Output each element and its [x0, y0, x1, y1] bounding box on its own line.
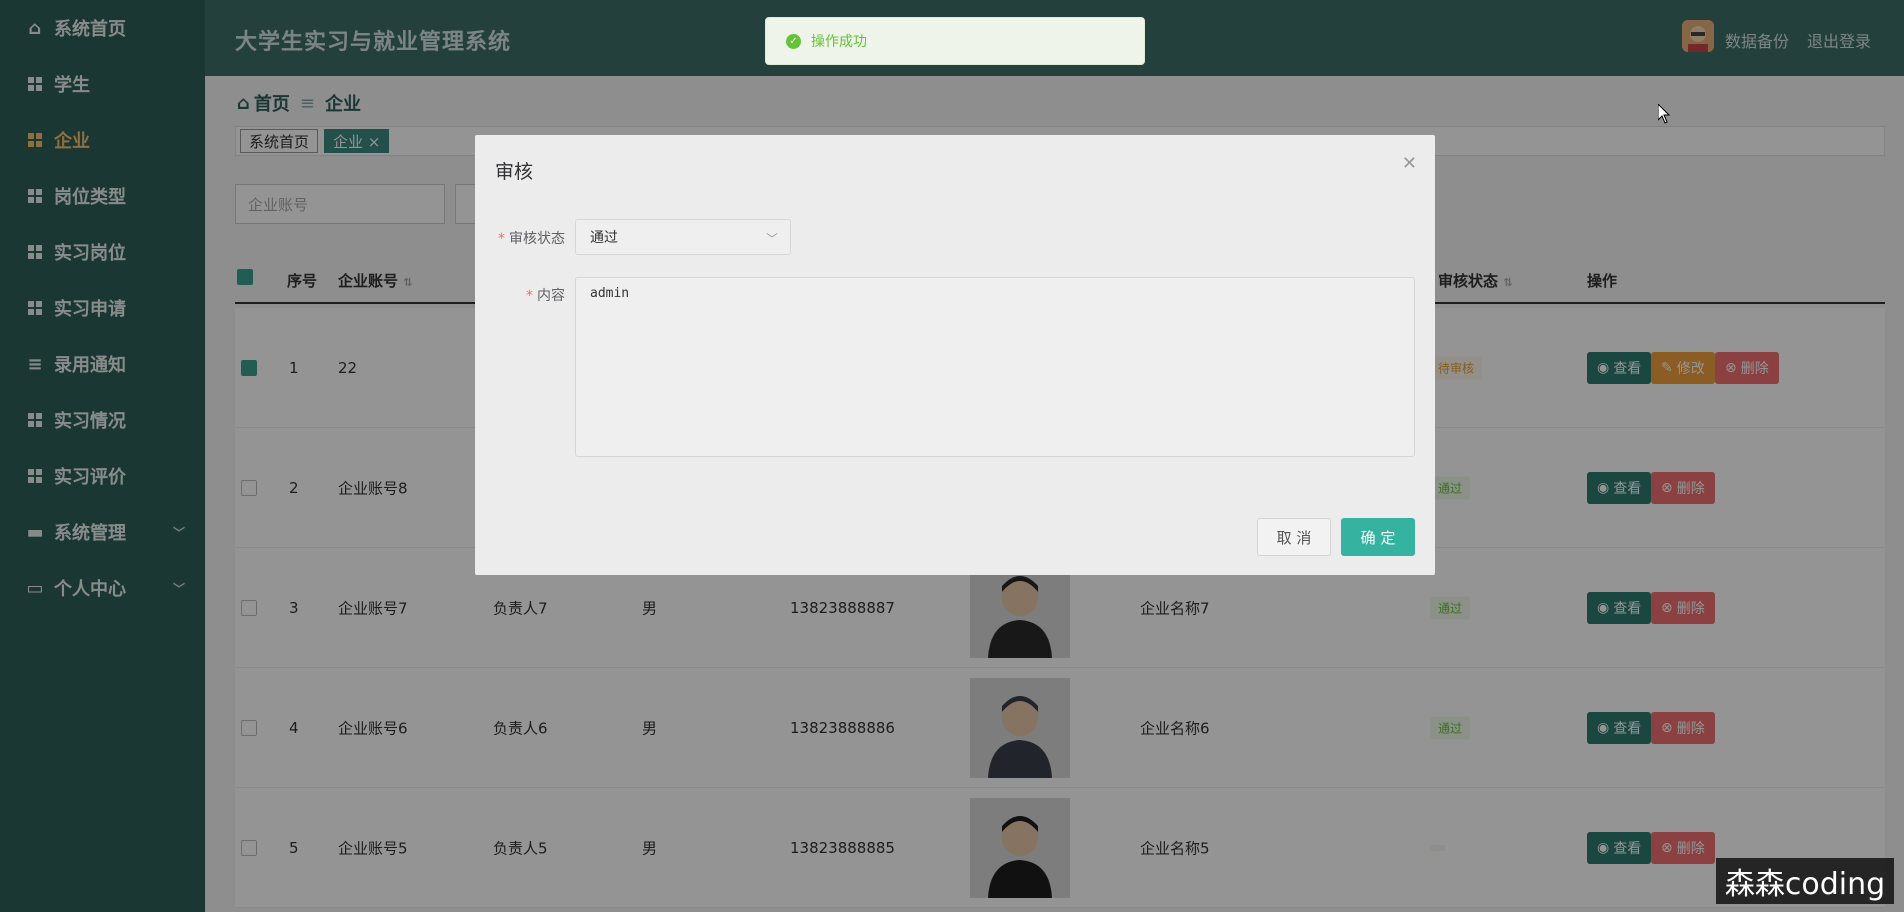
- review-dialog: 审核 ✕ * 审核状态 通过 ﹀ * 内容 admin 取 消 确 定: [475, 135, 1435, 575]
- status-label: * 审核状态: [498, 231, 565, 247]
- dialog-title: 审核: [495, 161, 534, 183]
- watermark: 森森coding: [1716, 858, 1894, 904]
- check-icon: ✓: [786, 33, 801, 49]
- cancel-button[interactable]: 取 消: [1257, 518, 1331, 556]
- close-icon[interactable]: ✕: [1402, 153, 1417, 174]
- mouse-cursor-icon: [1658, 104, 1670, 124]
- toast-message: 操作成功: [811, 34, 867, 50]
- content-textarea[interactable]: admin: [575, 277, 1415, 457]
- status-select[interactable]: 通过 ﹀: [575, 219, 791, 255]
- chevron-down-icon: ﹀: [765, 232, 778, 246]
- confirm-button[interactable]: 确 定: [1341, 518, 1415, 556]
- success-toast: ✓ 操作成功: [765, 17, 1145, 65]
- content-label: * 内容: [526, 288, 565, 304]
